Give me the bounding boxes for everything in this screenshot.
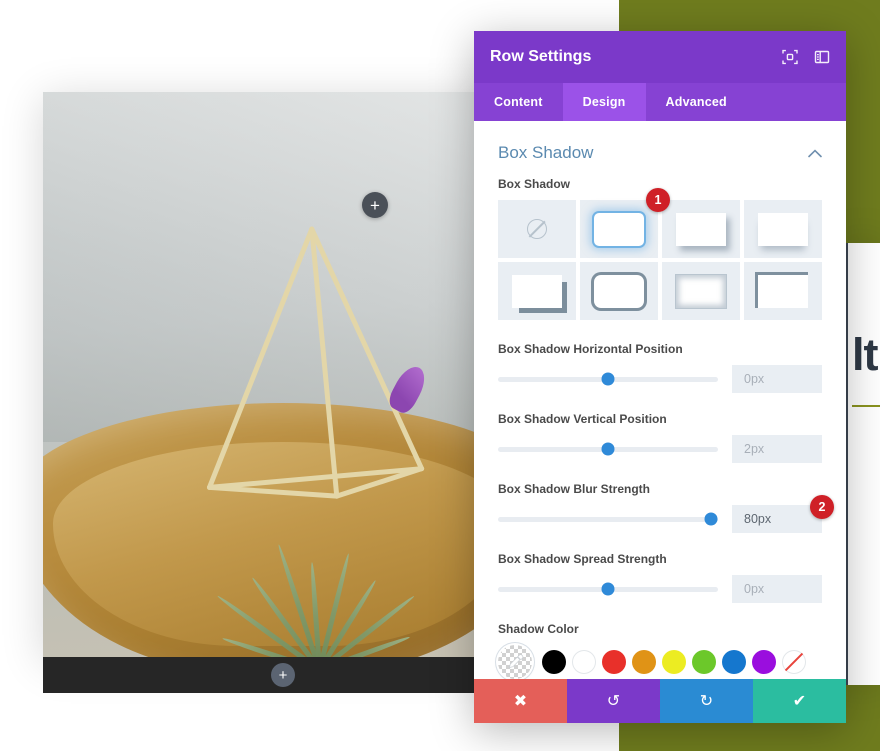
slider-thumb[interactable] [601,442,615,456]
preset-offset[interactable] [498,262,576,320]
preset-outline[interactable] [580,262,658,320]
page-right-card [844,243,880,685]
focus-icon[interactable] [782,49,798,65]
photo-background [43,92,523,657]
preset-bottom[interactable] [744,200,822,258]
swatch-black[interactable] [542,650,566,674]
preset-preview [676,274,726,308]
slider-track[interactable] [498,512,718,526]
tab-advanced[interactable]: Advanced [646,83,747,121]
photo-air-plant [177,358,455,657]
box-shadow-section-header[interactable]: Box Shadow [498,121,822,177]
preset-preview [676,212,726,246]
slider-track[interactable] [498,582,718,596]
slider-label: Box Shadow Spread Strength [498,552,667,566]
cancel-button[interactable]: ✖ [474,679,567,723]
slider-label: Box Shadow Vertical Position [498,412,667,426]
save-button[interactable]: ✔ [753,679,846,723]
swatch-orange[interactable] [632,650,656,674]
value-input[interactable] [732,435,822,463]
row-settings-modal: Row Settings Content Design Advanced Box… [474,31,846,723]
page-right-card-heading: lt [852,329,878,380]
swatch-red[interactable] [602,650,626,674]
section-title: Box Shadow [498,143,594,162]
modal-title: Row Settings [490,48,592,65]
slider-label: Box Shadow Horizontal Position [498,342,683,356]
eyedropper-glyph [509,654,524,668]
preset-dropdown[interactable] [662,200,740,258]
modal-tabs: Content Design Advanced [474,83,846,121]
slider-track[interactable] [498,372,718,386]
value-input[interactable] [732,365,822,393]
shadow-color-label: Shadow Color [498,622,579,636]
section-footer-bar: + [43,657,523,693]
swatch-none[interactable] [782,650,806,674]
preset-inset[interactable] [662,262,740,320]
annotation-badge-2: 2 [810,495,834,519]
value-input[interactable] [732,575,822,603]
swatch-purple[interactable] [752,650,776,674]
modal-header: Row Settings [474,31,846,83]
slider-thumb[interactable] [601,372,615,386]
undo-button[interactable]: ↺ [567,679,660,723]
swatch-white[interactable] [572,650,596,674]
value-input[interactable] [732,505,822,533]
slider-label: Box Shadow Blur Strength [498,482,651,496]
slider-thumb[interactable] [601,582,615,596]
box-shadow-preset-grid: 1 [498,188,822,320]
preset-soft-glow[interactable]: 1 [580,188,670,258]
swatch-yellow[interactable] [662,650,686,674]
slider-vertical-position: Box Shadow Vertical Position [498,412,822,463]
slider-spread-strength: Box Shadow Spread Strength [498,552,822,603]
swatch-blue[interactable] [722,650,746,674]
slider-thumb[interactable] [704,512,718,526]
layout-panel-icon[interactable] [814,49,830,65]
chevron-up-icon[interactable] [808,148,822,158]
eyedropper-icon[interactable] [498,645,532,679]
annotation-badge-1: 1 [646,188,670,212]
no-shadow-icon [527,219,547,239]
slider-blur-strength: Box Shadow Blur Strength 2 [498,482,834,533]
preset-preview [512,274,562,308]
preset-preview [758,212,808,246]
slider-track[interactable] [498,442,718,456]
preset-none[interactable] [498,200,576,258]
redo-button[interactable]: ↻ [660,679,753,723]
modal-action-bar: ✖ ↺ ↻ ✔ [474,679,846,723]
add-section-button[interactable]: + [271,663,295,687]
page-right-card-divider [852,405,880,407]
add-row-button[interactable]: + [362,192,388,218]
preset-corner[interactable] [744,262,822,320]
preset-preview [755,271,808,308]
swatch-green[interactable] [692,650,716,674]
modal-body: Box Shadow Box Shadow 1 Box Shadow Horiz… [474,121,846,679]
preset-preview [594,274,644,308]
shadow-color-swatches [498,645,822,679]
preset-preview [594,212,644,246]
app-root: lt + + Row Settings Content Design Advan… [0,0,880,751]
slider-horizontal-position: Box Shadow Horizontal Position [498,342,822,393]
tab-design[interactable]: Design [562,83,646,121]
tab-content[interactable]: Content [474,83,563,121]
row-photo-module[interactable]: + [43,92,523,657]
modal-header-icons [782,49,830,65]
